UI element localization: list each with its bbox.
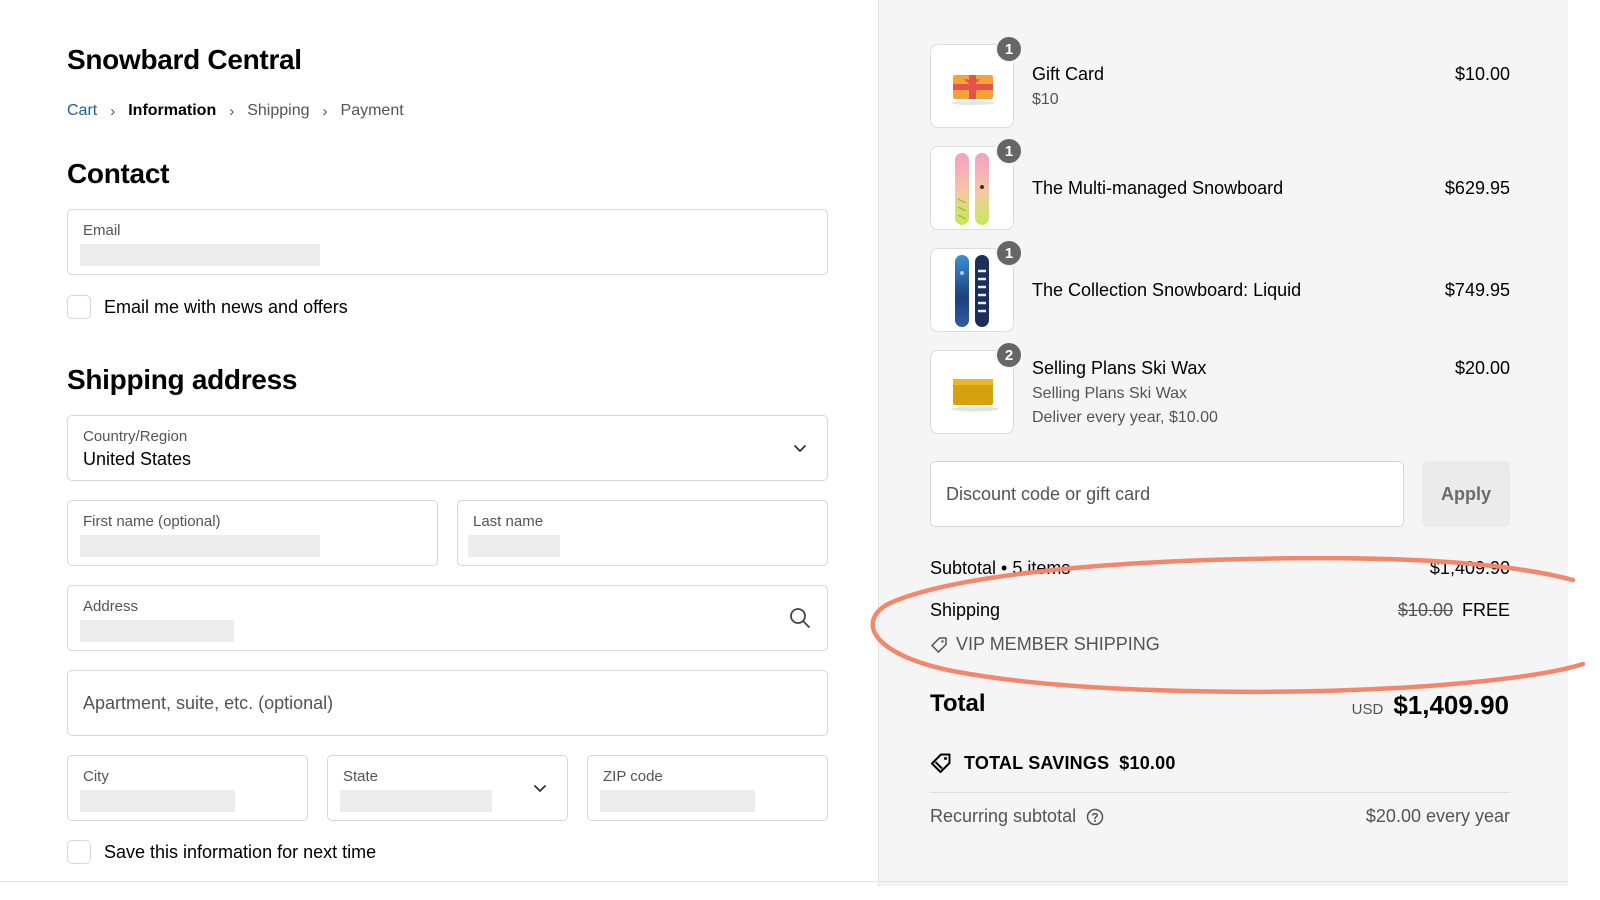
total-savings: TOTAL SAVINGS $10.00 [930, 752, 1176, 774]
product-name: Selling Plans Ski Wax [1032, 358, 1207, 378]
redacted-value [80, 620, 234, 642]
redacted-value [468, 535, 560, 557]
zip-label: ZIP code [603, 768, 663, 785]
breadcrumb-information: Information [128, 102, 217, 119]
product-price: $20.00 [1454, 358, 1510, 378]
line-item: 2 Selling Plans Ski Wax Selling Plans Sk… [930, 341, 1510, 434]
divider [930, 792, 1510, 793]
discount-code-input[interactable]: Discount code or gift card [930, 461, 1404, 527]
first-name-field[interactable]: First name (optional) [67, 500, 438, 566]
address-field[interactable]: Address [67, 585, 828, 651]
search-icon[interactable] [789, 607, 811, 629]
order-summary-panel: 1 Gift Card $10 $10.00 1 The Multi-manag… [878, 0, 1568, 886]
redacted-value [80, 790, 235, 812]
breadcrumb-shipping: Shipping [247, 102, 310, 119]
breadcrumb-cart[interactable]: Cart [67, 102, 97, 120]
save-info-label: Save this information for next time [104, 841, 377, 862]
product-variant: Selling Plans Ski Wax [1032, 385, 1188, 402]
first-name-label: First name (optional) [83, 513, 221, 530]
contact-heading: Contact [67, 158, 170, 189]
city-label: City [83, 768, 109, 785]
savings-tag-icon [931, 753, 951, 773]
line-item: 1 Gift Card $10 $10.00 [930, 35, 1510, 128]
quantity-badge: 1 [995, 239, 1023, 267]
redacted-value [80, 535, 320, 557]
breadcrumb: Cart › Information › Shipping › Payment [67, 102, 404, 120]
last-name-field[interactable]: Last name [457, 500, 828, 566]
product-thumbnail: 1 [930, 137, 1023, 230]
product-name: The Multi-managed Snowboard [1032, 178, 1284, 198]
newsletter-label: Email me with news and offers [104, 296, 348, 317]
redacted-value [340, 790, 492, 812]
annotation-circle [870, 556, 1586, 695]
save-info-checkbox[interactable] [67, 840, 91, 864]
state-label: State [343, 768, 379, 785]
apply-discount-button[interactable]: Apply [1422, 461, 1510, 527]
apartment-field[interactable]: Apartment, suite, etc. (optional) [67, 670, 828, 736]
breadcrumb-payment: Payment [340, 102, 404, 119]
recurring-label: Recurring subtotal [930, 806, 1077, 826]
last-name-label: Last name [473, 513, 544, 530]
chevron-right-icon: › [322, 102, 328, 120]
quantity-badge: 2 [995, 341, 1023, 369]
city-field[interactable]: City [67, 755, 308, 821]
checkout-form-panel: Snowbard Central Cart › Information › Sh… [0, 0, 878, 886]
savings-value: $10.00 [1119, 752, 1176, 773]
chevron-right-icon: › [229, 102, 235, 120]
zip-field[interactable]: ZIP code [587, 755, 828, 821]
product-thumbnail: 1 [930, 35, 1023, 128]
newsletter-option[interactable]: Email me with news and offers [67, 295, 348, 319]
newsletter-checkbox[interactable] [67, 295, 91, 319]
email-label: Email [83, 222, 121, 239]
product-price: $749.95 [1444, 280, 1510, 300]
state-select[interactable]: State [327, 755, 568, 821]
country-value: United States [83, 449, 192, 469]
email-field[interactable]: Email [67, 209, 828, 275]
chevron-down-icon [794, 445, 806, 452]
discount-placeholder: Discount code or gift card [946, 484, 1151, 504]
address-label: Address [83, 598, 139, 615]
redacted-value [600, 790, 755, 812]
product-price: $10.00 [1454, 64, 1510, 84]
divider [0, 881, 1568, 882]
quantity-badge: 1 [995, 137, 1023, 165]
recurring-subtotal-row: Recurring subtotal $20.00 every year [930, 806, 1510, 827]
total-currency: USD [1351, 701, 1384, 718]
product-name: Gift Card [1032, 64, 1105, 84]
selling-plan: Deliver every year, $10.00 [1032, 409, 1218, 426]
country-select[interactable]: Country/Region United States [67, 415, 828, 481]
product-price: $629.95 [1444, 178, 1510, 198]
savings-label: TOTAL SAVINGS [964, 752, 1110, 773]
chevron-right-icon: › [110, 102, 116, 120]
help-icon[interactable] [1086, 808, 1104, 826]
apartment-placeholder: Apartment, suite, etc. (optional) [83, 693, 334, 713]
save-info-option[interactable]: Save this information for next time [67, 840, 376, 864]
product-thumbnail: 2 [930, 341, 1023, 434]
store-name[interactable]: Snowbard Central [67, 44, 302, 76]
quantity-badge: 1 [995, 35, 1023, 63]
product-thumbnail: 1 [930, 239, 1023, 332]
shipping-address-heading: Shipping address [67, 364, 298, 395]
line-item: 1 The Collection Snowboard: Liquid $749.… [930, 239, 1510, 332]
country-label: Country/Region [83, 428, 188, 445]
line-item: 1 The Multi-managed Snowboard $629.95 [930, 137, 1510, 230]
chevron-down-icon [534, 785, 546, 792]
product-name: The Collection Snowboard: Liquid [1032, 280, 1302, 300]
redacted-value [80, 244, 320, 266]
recurring-value: $20.00 every year [1365, 806, 1510, 826]
product-variant: $10 [1032, 91, 1059, 108]
